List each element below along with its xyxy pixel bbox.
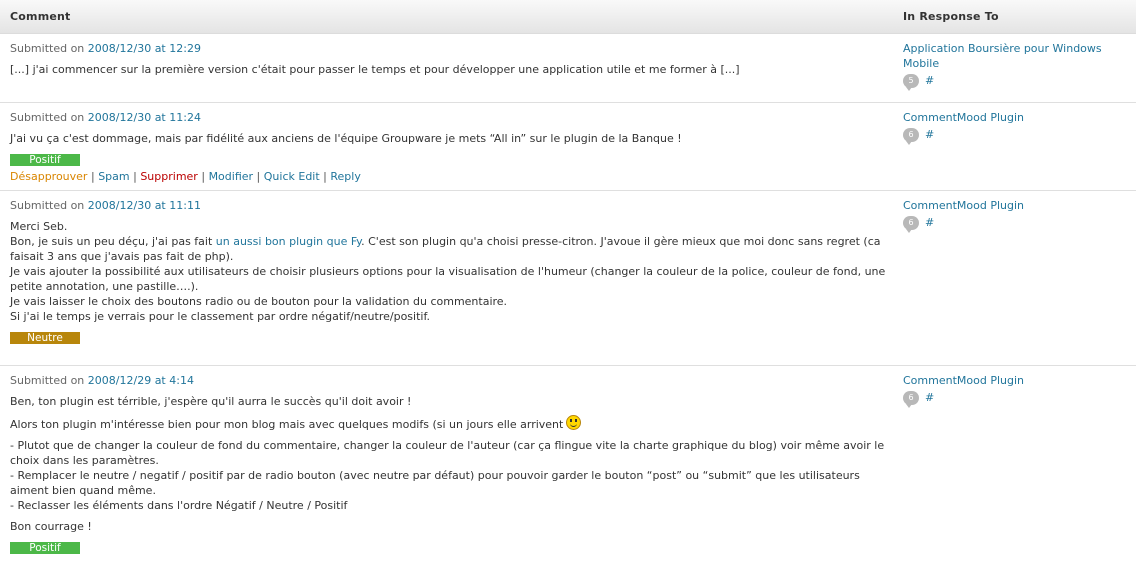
response-cell: Application Boursière pour Windows Mobil… — [901, 33, 1136, 103]
submitted-on-label: Submitted on — [10, 199, 85, 212]
comment-date-link[interactable]: 2008/12/29 at 4:14 — [88, 374, 194, 387]
comment-text: Ben, ton plugin est térrible, j'espère q… — [10, 395, 412, 408]
response-meta: 6 # — [903, 215, 1126, 233]
quick-edit-action[interactable]: Quick Edit — [264, 170, 320, 183]
response-meta: 5 # — [903, 73, 1126, 91]
permalink-hash-link[interactable]: # — [925, 128, 934, 141]
comment-text: Merci Seb. Bon, je suis un peu déçu, j'a… — [10, 220, 886, 323]
comment-meta: Submitted on 2008/12/30 at 12:29 — [10, 41, 891, 56]
smiley-icon — [566, 415, 582, 430]
row-actions: Désapprouver | Spam | Supprimer | Modifi… — [10, 170, 361, 183]
table-row: Submitted on 2008/12/30 at 12:29 [...] j… — [0, 33, 1136, 103]
comment-text: [...] j'ai commencer sur la première ver… — [10, 63, 740, 76]
comments-table: Comment In Response To Submitted on 2008… — [0, 0, 1136, 561]
response-cell: CommentMood Plugin 6 # — [901, 102, 1136, 191]
comment-text: J'ai vu ça c'est dommage, mais par fidél… — [10, 132, 682, 145]
column-header-comment[interactable]: Comment — [0, 0, 901, 34]
comment-date-link[interactable]: 2008/12/30 at 11:11 — [88, 199, 201, 212]
spam-action[interactable]: Spam — [98, 170, 129, 183]
table-row: Submitted on 2008/12/30 at 11:11 Merci S… — [0, 190, 1136, 366]
table-row: Submitted on 2008/12/29 at 4:14 Ben, ton… — [0, 366, 1136, 562]
response-post-link[interactable]: CommentMood Plugin — [903, 110, 1126, 125]
table-row: Submitted on 2008/12/30 at 11:24 J'ai vu… — [0, 102, 1136, 191]
response-cell: CommentMood Plugin 6 # — [901, 366, 1136, 562]
edit-action[interactable]: Modifier — [209, 170, 253, 183]
unapprove-action[interactable]: Désapprouver — [10, 170, 87, 183]
comment-cell: Submitted on 2008/12/30 at 11:24 J'ai vu… — [0, 102, 901, 191]
comment-cell: Submitted on 2008/12/29 at 4:14 Ben, ton… — [0, 366, 901, 562]
response-post-link[interactable]: CommentMood Plugin — [903, 198, 1126, 213]
submitted-on-label: Submitted on — [10, 374, 85, 387]
permalink-hash-link[interactable]: # — [925, 391, 934, 404]
comment-date-link[interactable]: 2008/12/30 at 12:29 — [88, 42, 201, 55]
comment-meta: Submitted on 2008/12/29 at 4:14 — [10, 373, 891, 388]
comment-count-bubble-icon[interactable]: 6 — [903, 391, 919, 408]
plugin-link[interactable]: un aussi bon plugin que Fy — [216, 235, 361, 248]
response-meta: 6 # — [903, 390, 1126, 408]
comment-meta: Submitted on 2008/12/30 at 11:11 — [10, 198, 891, 213]
comment-count-bubble-icon[interactable]: 6 — [903, 216, 919, 233]
comment-cell: Submitted on 2008/12/30 at 12:29 [...] j… — [0, 33, 901, 103]
column-header-in-response-to[interactable]: In Response To — [901, 0, 1136, 34]
delete-action[interactable]: Supprimer — [140, 170, 198, 183]
mood-badge-positive: Positif — [10, 154, 80, 166]
comment-count-bubble-icon[interactable]: 6 — [903, 128, 919, 145]
comment-meta: Submitted on 2008/12/30 at 11:24 — [10, 110, 891, 125]
permalink-hash-link[interactable]: # — [925, 74, 934, 87]
submitted-on-label: Submitted on — [10, 42, 85, 55]
mood-badge-neutral: Neutre — [10, 332, 80, 344]
response-post-link[interactable]: CommentMood Plugin — [903, 373, 1126, 388]
response-cell: CommentMood Plugin 6 # — [901, 190, 1136, 366]
response-meta: 6 # — [903, 127, 1126, 145]
permalink-hash-link[interactable]: # — [925, 216, 934, 229]
comment-cell: Submitted on 2008/12/30 at 11:11 Merci S… — [0, 190, 901, 366]
mood-badge-positive: Positif — [10, 542, 80, 554]
response-post-link[interactable]: Application Boursière pour Windows Mobil… — [903, 41, 1126, 71]
submitted-on-label: Submitted on — [10, 111, 85, 124]
comment-count-bubble-icon[interactable]: 5 — [903, 74, 919, 91]
table-header: Comment In Response To — [0, 0, 1136, 34]
reply-action[interactable]: Reply — [330, 170, 360, 183]
comment-date-link[interactable]: 2008/12/30 at 11:24 — [88, 111, 201, 124]
